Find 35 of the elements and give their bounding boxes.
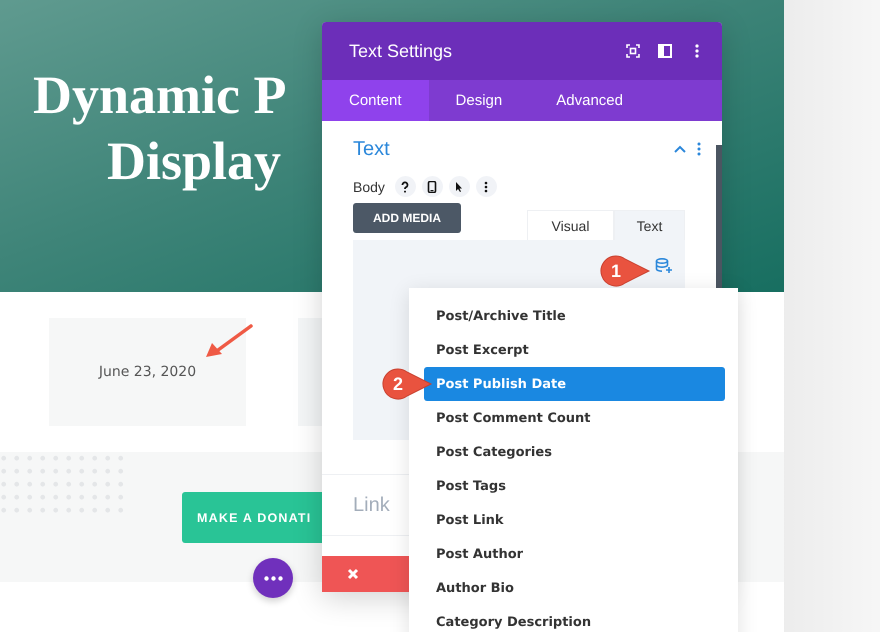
callout-badge: 2 bbox=[381, 367, 433, 401]
add-media-button[interactable]: ADD MEDIA bbox=[353, 203, 461, 233]
cursor-icon[interactable] bbox=[448, 176, 470, 197]
editor-tab[interactable]: Visual bbox=[527, 210, 614, 240]
menu-item[interactable]: Post Categories bbox=[424, 435, 725, 469]
menu-item[interactable]: Post Author bbox=[424, 537, 725, 571]
panel-tab[interactable]: Advanced bbox=[529, 80, 650, 121]
panel-tab[interactable]: Design bbox=[428, 80, 530, 121]
section-title[interactable]: Text bbox=[353, 138, 673, 160]
fullscreen-icon[interactable] bbox=[626, 44, 640, 58]
phone-icon[interactable] bbox=[422, 176, 443, 197]
field-label: Body bbox=[353, 178, 385, 194]
menu-item[interactable]: Post Tags bbox=[424, 469, 725, 503]
menu-item[interactable]: Author Bio bbox=[424, 571, 725, 605]
panel-tab[interactable]: Content bbox=[322, 80, 429, 121]
date-text: June 23, 2020 bbox=[98, 364, 196, 380]
menu-item[interactable]: Post Publish Date bbox=[424, 367, 725, 401]
menu-item[interactable]: Post Link bbox=[424, 503, 725, 537]
hero-title: Dynamic P bbox=[33, 64, 286, 127]
menu-item[interactable]: Post Comment Count bbox=[424, 401, 725, 435]
split-view-icon[interactable] bbox=[658, 44, 672, 58]
menu-item[interactable]: Post Excerpt bbox=[424, 333, 725, 367]
ellipsis-icon bbox=[264, 576, 282, 580]
more-icon[interactable] bbox=[476, 176, 497, 197]
editor-tab[interactable]: Text bbox=[614, 210, 685, 240]
menu-item[interactable]: Category Description bbox=[424, 605, 725, 632]
annotation-arrow bbox=[204, 323, 254, 359]
callout-badge: 1 bbox=[599, 254, 651, 288]
database-plus-icon[interactable] bbox=[655, 258, 673, 274]
close-icon bbox=[347, 568, 359, 580]
menu-item[interactable]: Post/Archive Title bbox=[424, 299, 725, 333]
panel-title: Text Settings bbox=[349, 40, 454, 62]
help-icon[interactable] bbox=[394, 176, 416, 197]
more-button[interactable] bbox=[253, 558, 293, 598]
hero-title: Display bbox=[107, 130, 282, 193]
